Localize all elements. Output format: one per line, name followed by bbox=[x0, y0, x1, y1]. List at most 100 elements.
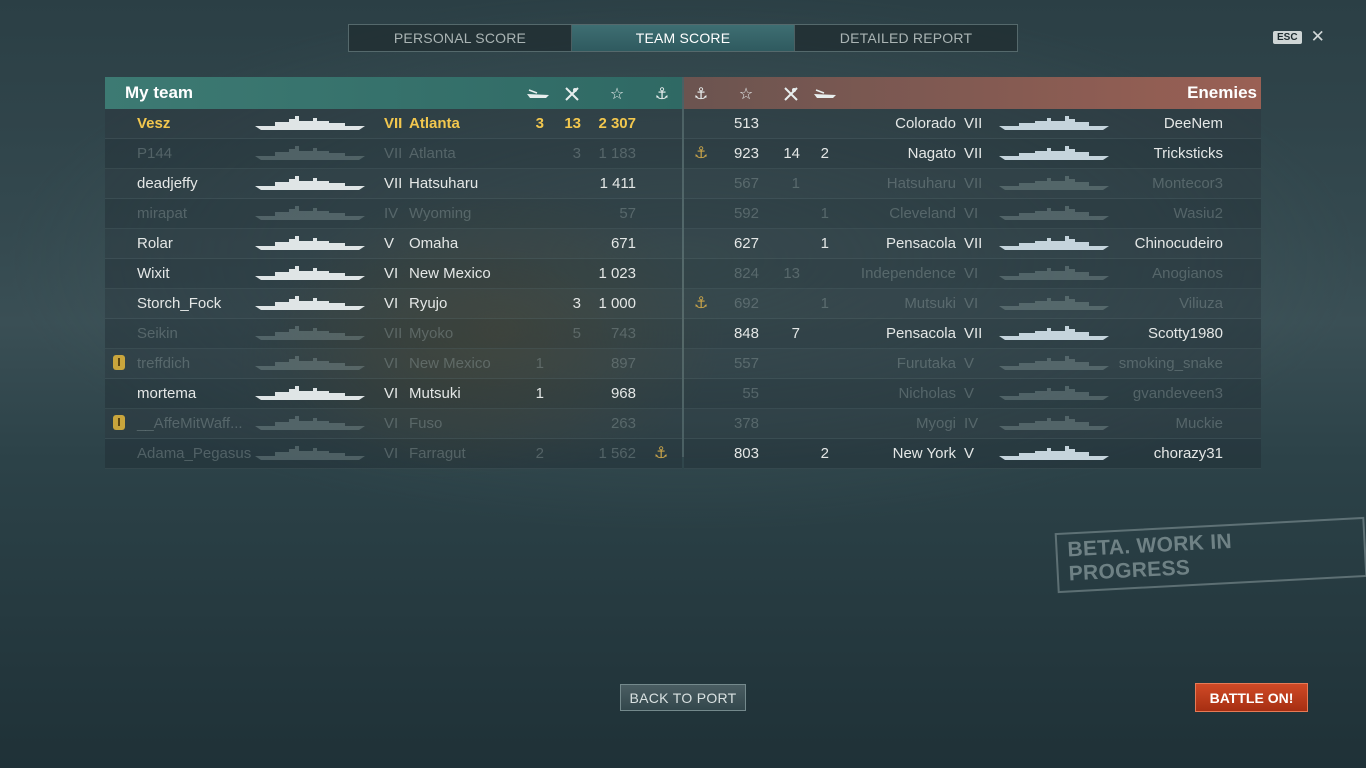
my-team-row[interactable]: Vesz VII Atlanta 3 13 2 307 bbox=[105, 109, 682, 139]
enemies-list: 513 Colorado VII DeeNem ⚓ 923 14 2 Nagato VII Tric… bbox=[684, 109, 1261, 469]
my-team-row[interactable]: Storch_Fock VI Ryujo 3 1 000 bbox=[105, 289, 682, 319]
ship-tier: IV bbox=[384, 205, 399, 222]
ship-tier: VI bbox=[384, 445, 399, 462]
ships-destroyed-value: 2 bbox=[535, 445, 544, 462]
ship-tier: V bbox=[964, 385, 975, 402]
ship-name: Atlanta bbox=[409, 115, 460, 132]
planes-destroyed-icon bbox=[560, 85, 584, 103]
experience-value: 848 bbox=[733, 325, 759, 342]
enemy-row[interactable]: 513 Colorado VII DeeNem bbox=[684, 109, 1261, 139]
ship-tier: VII bbox=[964, 235, 983, 252]
ship-tier: VII bbox=[964, 115, 983, 132]
base-capture-anchor-icon: ⚓ bbox=[654, 86, 670, 103]
experience-value: 55 bbox=[742, 385, 759, 402]
enemy-row[interactable]: 824 13 Independence VI Anogianos bbox=[684, 259, 1261, 289]
esc-key-badge: ESC bbox=[1273, 30, 1302, 44]
enemies-panel: ⚓ ☆ Enemies 513 Colorado VII DeeNem ⚓ 923 14 2 N… bbox=[684, 77, 1261, 469]
player-name: mortema bbox=[137, 385, 197, 402]
base-capture-icon: ⚓ bbox=[654, 445, 669, 462]
my-team-row[interactable]: treffdich VI New Mexico 1 897 bbox=[105, 349, 682, 379]
enemy-row[interactable]: 567 1 Hatsuharu VII Montecor3 bbox=[684, 169, 1261, 199]
ship-name: New Mexico bbox=[409, 265, 491, 282]
player-name: Scotty1980 bbox=[1147, 325, 1223, 342]
my-team-row[interactable]: __AffeMitWaff... VI Fuso 263 bbox=[105, 409, 682, 439]
experience-value: 968 bbox=[610, 385, 636, 402]
enemy-row[interactable]: 803 2 New York Vchorazy31 bbox=[684, 439, 1261, 469]
my-team-row[interactable]: Seikin VII Myoko 5 743 bbox=[105, 319, 682, 349]
ship-silhouette-icon bbox=[255, 265, 365, 281]
ship-tier: VII bbox=[964, 145, 983, 162]
enemies-header: ⚓ ☆ Enemies bbox=[684, 77, 1261, 109]
experience-value: 263 bbox=[610, 415, 636, 432]
ship-name: Furutaka bbox=[896, 355, 956, 372]
ship-tier: VI bbox=[384, 415, 399, 432]
my-team-row[interactable]: mortema VI Mutsuki 1 968 bbox=[105, 379, 682, 409]
tab-personal-score[interactable]: PERSONAL SCORE bbox=[349, 25, 572, 51]
player-name: Vesz bbox=[137, 115, 171, 132]
planes-destroyed-icon bbox=[779, 85, 803, 103]
ship-silhouette-icon bbox=[255, 415, 365, 431]
enemy-row[interactable]: 627 1 Pensacola VII Chinocudeiro bbox=[684, 229, 1261, 259]
ship-silhouette-icon bbox=[999, 295, 1109, 311]
ships-destroyed-value: 1 bbox=[820, 295, 829, 312]
my-team-row[interactable]: deadjeffy VII Hatsuharu 1 411 bbox=[105, 169, 682, 199]
battle-on-button[interactable]: BATTLE ON! bbox=[1195, 683, 1308, 712]
planes-destroyed-value: 13 bbox=[564, 115, 581, 132]
ship-name: Atlanta bbox=[409, 145, 456, 162]
ship-tier: IV bbox=[964, 415, 979, 432]
player-name: Adama_Pegasus bbox=[137, 445, 252, 462]
enemy-row[interactable]: ⚓ 923 14 2 Nagato VII Tricksticks bbox=[684, 139, 1261, 169]
experience-value: 1 411 bbox=[599, 175, 636, 192]
planes-destroyed-value: 14 bbox=[783, 145, 800, 162]
experience-star-icon: ☆ bbox=[738, 86, 754, 103]
ship-silhouette-icon bbox=[255, 385, 365, 401]
medal-icon bbox=[113, 415, 125, 430]
my-team-row[interactable]: P144 VII Atlanta 3 1 183 bbox=[105, 139, 682, 169]
player-name: Anogianos bbox=[1152, 265, 1223, 282]
ships-destroyed-value: 1 bbox=[820, 205, 829, 222]
close-control[interactable]: ESC ✕ bbox=[1273, 28, 1325, 45]
ship-silhouette-icon bbox=[255, 145, 365, 161]
experience-value: 671 bbox=[610, 235, 636, 252]
ship-tier: VI bbox=[384, 265, 399, 282]
ship-tier: VII bbox=[384, 175, 403, 192]
ship-silhouette-icon bbox=[999, 415, 1109, 431]
my-team-row[interactable]: Rolar V Omaha 671 bbox=[105, 229, 682, 259]
player-name: __AffeMitWaff... bbox=[137, 415, 243, 432]
ships-destroyed-value: 3 bbox=[535, 115, 544, 132]
close-icon[interactable]: ✕ bbox=[1311, 28, 1325, 45]
my-team-header: My team ☆ ⚓ bbox=[105, 77, 682, 109]
my-team-row[interactable]: Wixit VI New Mexico 1 023 bbox=[105, 259, 682, 289]
my-team-row[interactable]: Adama_Pegasus VI Farragut 2 1 562 ⚓ bbox=[105, 439, 682, 469]
player-name: Seikin bbox=[137, 325, 178, 342]
experience-value: 1 562 bbox=[598, 445, 636, 462]
player-name: Viliuza bbox=[1179, 295, 1223, 312]
ship-tier: VI bbox=[964, 265, 979, 282]
experience-value: 2 307 bbox=[598, 115, 636, 132]
enemy-row[interactable]: 557 Furutaka Vsmoking_snake bbox=[684, 349, 1261, 379]
my-team-row[interactable]: mirapat IV Wyoming 57 bbox=[105, 199, 682, 229]
medal-icon bbox=[113, 355, 125, 370]
ship-name: Mutsuki bbox=[904, 295, 956, 312]
ships-destroyed-value: 2 bbox=[820, 145, 829, 162]
experience-value: 897 bbox=[610, 355, 636, 372]
enemy-row[interactable]: 55 Nicholas Vgvandeveen3 bbox=[684, 379, 1261, 409]
experience-value: 743 bbox=[610, 325, 636, 342]
ship-silhouette-icon bbox=[255, 175, 365, 191]
enemy-row[interactable]: 592 1 Cleveland VI Wasiu2 bbox=[684, 199, 1261, 229]
ship-silhouette-icon bbox=[999, 445, 1109, 461]
beta-watermark: BETA. WORK IN PROGRESS bbox=[1054, 516, 1366, 594]
enemy-row[interactable]: 848 7 Pensacola VII Scotty1980 bbox=[684, 319, 1261, 349]
back-to-port-button[interactable]: BACK TO PORT bbox=[620, 684, 746, 711]
player-name: Chinocudeiro bbox=[1134, 235, 1223, 252]
ship-silhouette-icon bbox=[255, 205, 365, 221]
experience-value: 1 000 bbox=[598, 295, 636, 312]
tab-team-score[interactable]: TEAM SCORE bbox=[572, 25, 795, 51]
my-team-title: My team bbox=[125, 83, 194, 102]
enemy-row[interactable]: 378 Myogi IV Muckie bbox=[684, 409, 1261, 439]
ship-name: Farragut bbox=[409, 445, 466, 462]
enemy-row[interactable]: ⚓ 692 1 Mutsuki VI Viliuza bbox=[684, 289, 1261, 319]
experience-value: 557 bbox=[733, 355, 759, 372]
tab-detailed-report[interactable]: DETAILED REPORT bbox=[795, 25, 1017, 51]
ship-tier: VII bbox=[384, 115, 403, 132]
